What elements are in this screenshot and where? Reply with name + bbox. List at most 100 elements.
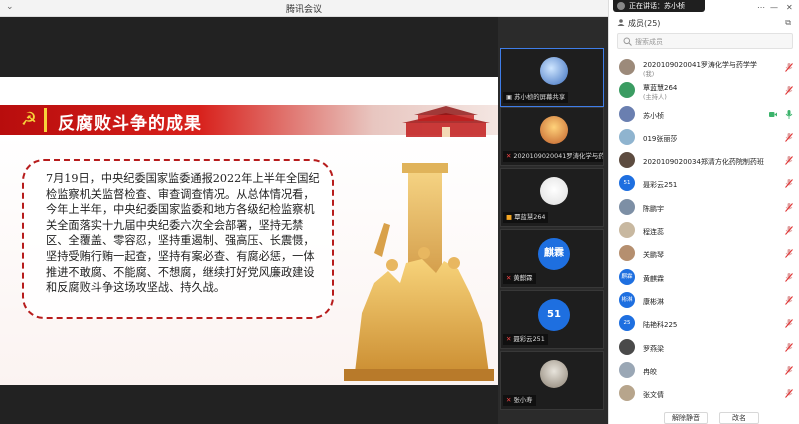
mic-muted-icon[interactable] <box>785 342 793 352</box>
tile-name-label: ✕ 黄麒霖 <box>503 273 536 284</box>
title-bar: ⌄ 腾讯会议 <box>0 0 608 17</box>
members-header: 成员(25) <box>617 18 660 29</box>
member-row[interactable]: 程连蕊 <box>617 219 797 242</box>
avatar <box>619 152 635 169</box>
avatar <box>619 82 635 99</box>
member-name: 张文倩 <box>643 391 664 400</box>
avatar <box>619 198 635 215</box>
unmute-all-button[interactable]: 解除静音 <box>664 412 708 424</box>
host-icon: ■ <box>506 213 513 221</box>
mic-muted-icon: ✕ <box>506 335 512 343</box>
mic-muted-icon[interactable] <box>785 295 793 305</box>
member-row[interactable]: 陈鹏宇 <box>617 196 797 219</box>
avatar <box>619 222 635 239</box>
avatar <box>619 245 635 262</box>
camera-on-icon[interactable] <box>769 111 777 118</box>
avatar: 51 <box>619 175 635 192</box>
video-tile[interactable]: ✕ 张小寿 <box>500 351 604 410</box>
member-row[interactable]: 苏小桢 <box>617 103 797 126</box>
mic-muted-icon[interactable] <box>785 226 793 235</box>
member-name: 冉皎 <box>643 367 657 376</box>
speaking-label: 正在讲话：苏小桢 <box>629 2 685 10</box>
member-search-input[interactable]: 搜索成员 <box>617 33 793 49</box>
avatar <box>617 2 625 10</box>
hammer-sickle-icon: ☭ <box>20 109 38 130</box>
mic-muted-icon[interactable] <box>785 365 793 375</box>
avatar <box>540 57 568 85</box>
member-name: 019张丽莎 <box>643 134 678 143</box>
mic-muted-icon: ✕ <box>506 152 512 160</box>
mic-muted-icon[interactable] <box>785 63 793 72</box>
mic-muted-icon: ✕ <box>506 274 512 282</box>
member-row[interactable]: 罗燕梁 <box>617 336 797 359</box>
member-name: 关鹏琴 <box>643 251 664 260</box>
rename-button[interactable]: 改名 <box>719 412 759 424</box>
avatar <box>619 128 635 145</box>
more-icon[interactable]: ⋯ <box>757 3 765 12</box>
member-role: (我) <box>643 71 655 78</box>
mic-muted-icon[interactable] <box>785 202 793 212</box>
avatar <box>619 105 635 122</box>
avatar <box>619 385 635 402</box>
mic-on-icon[interactable] <box>785 109 793 119</box>
video-tile[interactable]: 麒霖 ✕ 黄麒霖 <box>500 229 604 288</box>
slide-title: 反腐败斗争的成果 <box>58 114 202 134</box>
video-tile[interactable]: 51 ✕ 聂彩云251 <box>500 290 604 349</box>
avatar: 彬淋 <box>619 291 635 308</box>
speaking-indicator: 正在讲话：苏小桢 <box>613 0 705 12</box>
tile-name-label: ✕ 张小寿 <box>503 395 536 406</box>
member-row[interactable]: 2020109020034郑清方化药院制药班 <box>617 149 797 172</box>
avatar: 25 <box>619 315 635 332</box>
tile-name-label: ✕ 2020109020041罗涛化学与药学学 <box>503 151 603 162</box>
member-row[interactable]: 关鹏琴 <box>617 242 797 265</box>
member-row[interactable]: 覃蓝慧264 (主持人) <box>617 79 797 102</box>
tile-name-label: ■ 覃蓝慧264 <box>503 212 549 223</box>
avatar <box>619 361 635 378</box>
member-name: 陆艳科225 <box>643 321 678 330</box>
avatar <box>619 338 635 355</box>
members-icon <box>617 19 625 26</box>
members-count: 成员(25) <box>628 19 661 28</box>
member-row[interactable]: 彬淋 康彬淋 <box>617 289 797 312</box>
minimize-icon[interactable]: — <box>770 3 778 12</box>
slide-body-text: 7月19日，中央纪委国家监委通报2022年上半年全国纪检监察机关监督检查、审查调… <box>46 172 320 295</box>
mic-muted-icon[interactable] <box>785 389 793 398</box>
mic-muted-icon[interactable] <box>785 179 793 189</box>
member-row[interactable]: 麒霖 黄麒霖 <box>617 266 797 289</box>
mic-muted-icon: ✕ <box>506 396 512 404</box>
mic-muted-icon[interactable] <box>785 86 793 96</box>
member-name: 康彬淋 <box>643 297 664 306</box>
presentation-slide: ☭ 反腐败斗争的成果 7月19日，中央纪委国家监委通报2022年上半年全国纪检监… <box>0 77 498 385</box>
mic-muted-icon[interactable] <box>785 132 793 142</box>
mic-muted-icon[interactable] <box>785 249 793 259</box>
monument-statue-illustration <box>344 163 494 381</box>
mic-muted-icon[interactable] <box>785 272 793 282</box>
member-row[interactable]: 2020109020041罗涛化学与药学学 (我) <box>617 56 797 79</box>
slide-text-box: 7月19日，中央纪委国家监委通报2022年上半年全国纪检监察机关监督检查、审查调… <box>22 159 334 319</box>
shared-screen-stage: ☭ 反腐败斗争的成果 7月19日，中央纪委国家监委通报2022年上半年全国纪检监… <box>0 17 498 424</box>
member-name: 2020109020034郑清方化药院制药班 <box>643 158 764 167</box>
member-role: (主持人) <box>643 94 667 102</box>
member-name: 程连蕊 <box>643 228 664 237</box>
avatar <box>540 116 568 144</box>
close-icon[interactable]: ✕ <box>786 3 793 12</box>
member-name: 罗燕梁 <box>643 344 664 353</box>
avatar <box>540 360 568 388</box>
member-row[interactable]: 张文倩 <box>617 382 797 405</box>
avatar: 麒霖 <box>538 238 570 270</box>
tile-name-label: ✕ 聂彩云251 <box>503 334 548 345</box>
panel-popout-icon[interactable]: ⧉ <box>785 18 791 28</box>
video-tile[interactable]: ■ 覃蓝慧264 <box>500 168 604 227</box>
member-row[interactable]: 51 聂彩云251 <box>617 172 797 195</box>
member-name: 苏小桢 <box>643 111 664 120</box>
avatar <box>540 177 568 205</box>
tile-name-label: ▣ 苏小桢的屏幕共享 <box>503 92 569 103</box>
mic-muted-icon[interactable] <box>785 156 793 166</box>
video-tile[interactable]: ▣ 苏小桢的屏幕共享 <box>500 48 604 107</box>
mic-muted-icon[interactable] <box>785 319 793 329</box>
video-tile[interactable]: ✕ 2020109020041罗涛化学与药学学 <box>500 107 604 166</box>
member-row[interactable]: 冉皎 <box>617 359 797 382</box>
member-row[interactable]: 25 陆艳科225 <box>617 312 797 335</box>
member-row[interactable]: 019张丽莎 <box>617 126 797 149</box>
avatar: 麒霖 <box>619 268 635 285</box>
